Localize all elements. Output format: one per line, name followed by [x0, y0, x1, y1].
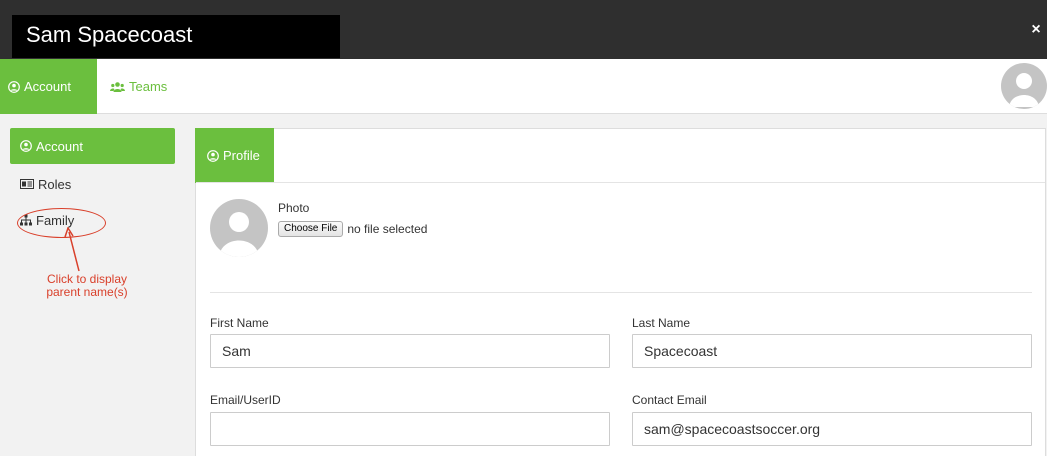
tab-profile-label: Profile	[223, 148, 260, 163]
choose-file-button[interactable]: Choose File	[278, 221, 344, 237]
contact-email-label: Contact Email	[632, 393, 707, 407]
tab-profile[interactable]: Profile	[195, 128, 274, 183]
annotation-text: Click to display parent name(s)	[46, 272, 128, 299]
email-userid-label: Email/UserID	[210, 393, 281, 407]
title-box: Sam Spacecoast	[12, 15, 340, 58]
users-icon	[110, 81, 125, 93]
window-title: Sam Spacecoast	[26, 22, 193, 47]
tab-teams[interactable]: Teams	[110, 59, 167, 114]
tab-teams-label: Teams	[129, 79, 168, 94]
tab-divider	[196, 182, 1045, 183]
user-circle-icon	[8, 80, 20, 93]
top-nav: Account Teams	[0, 59, 1047, 114]
annotation-arrow	[64, 227, 80, 272]
sidebar-item-label: Account	[36, 138, 83, 154]
user-circle-icon	[20, 140, 32, 152]
email-userid-input[interactable]	[210, 412, 610, 446]
last-name-label: Last Name	[632, 316, 691, 330]
close-button[interactable]: ×	[1029, 22, 1043, 38]
tab-account[interactable]: Account	[0, 59, 97, 114]
user-avatar-icon[interactable]	[1001, 63, 1047, 109]
user-circle-icon	[207, 149, 219, 162]
photo-label: Photo	[278, 201, 310, 215]
file-input: Choose File no file selected	[278, 221, 427, 237]
first-name-label: First Name	[210, 316, 269, 330]
profile-panel: Profile Photo Choose File no file select…	[195, 128, 1046, 456]
first-name-input[interactable]: Sam	[210, 334, 610, 368]
sidebar-item-label: Roles	[38, 176, 72, 192]
contact-email-input[interactable]: sam@spacecoastsoccer.org	[632, 412, 1032, 446]
sidebar-item-roles[interactable]: Roles	[10, 168, 175, 200]
sidebar-item-account[interactable]: Account	[10, 128, 175, 164]
id-card-icon	[20, 179, 34, 189]
file-status: no file selected	[347, 222, 428, 236]
last-name-input[interactable]: Spacecoast	[632, 334, 1032, 368]
photo-avatar-icon	[210, 199, 268, 257]
tab-account-label: Account	[24, 79, 71, 94]
title-bar: Sam Spacecoast ×	[0, 0, 1047, 59]
section-divider	[210, 292, 1032, 293]
